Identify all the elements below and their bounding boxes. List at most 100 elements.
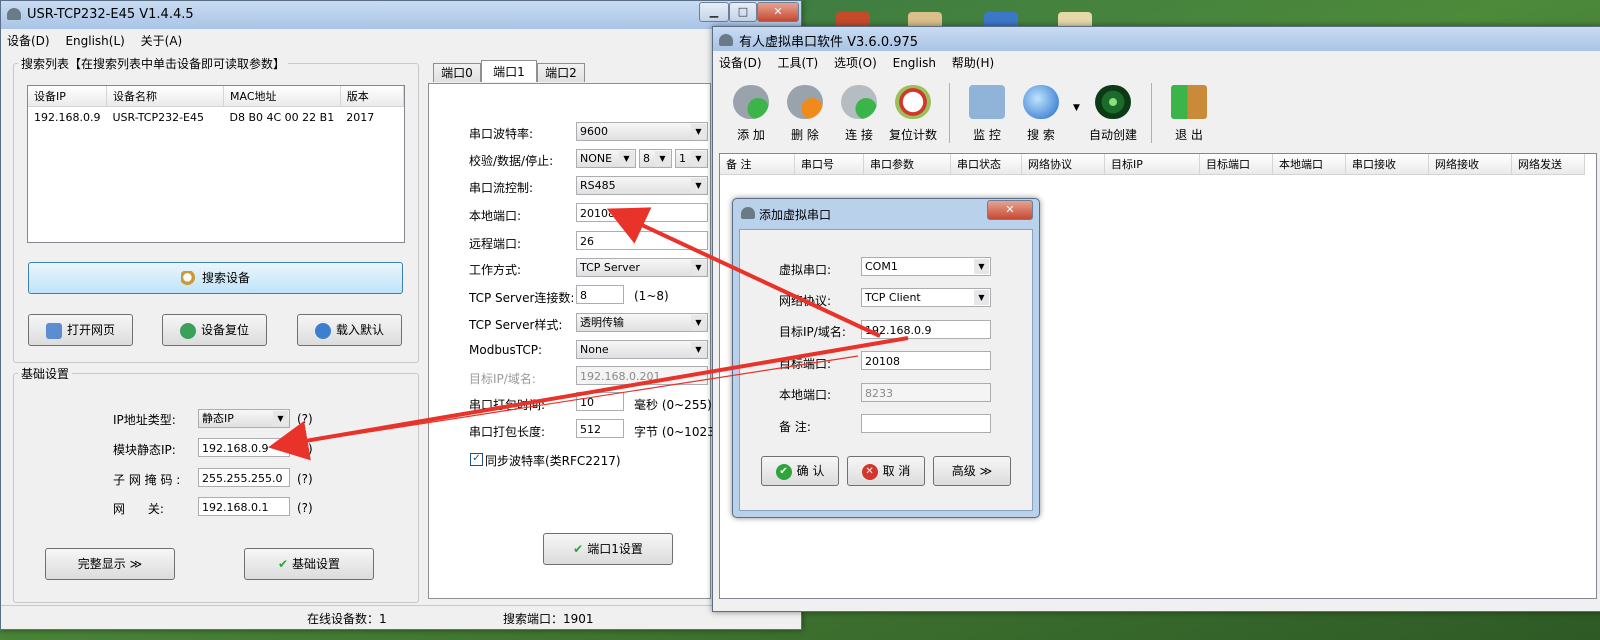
local-port-input[interactable]: 20108	[576, 203, 708, 222]
note-input[interactable]	[861, 414, 991, 433]
menu-english[interactable]: English	[893, 53, 936, 73]
menu-options[interactable]: 选项(O)	[834, 53, 877, 73]
open-web-button[interactable]: 打开网页	[28, 314, 133, 346]
monitor-tool-button[interactable]: 监 控	[961, 79, 1013, 145]
window-title: USR-TCP232-E45 V1.4.4.5	[27, 7, 194, 22]
col-port-recv[interactable]: 串口接收	[1345, 154, 1429, 175]
port-tab-strip: 端口0 端口1 端口2	[429, 60, 729, 85]
proto-select[interactable]: TCP Client ▼	[861, 288, 991, 307]
menu-help[interactable]: 帮助(H)	[952, 53, 994, 73]
connect-tool-button[interactable]: 连 接	[833, 79, 885, 145]
close-button[interactable]: ✕	[757, 2, 799, 22]
tab-port2[interactable]: 端口2	[537, 63, 585, 82]
basic-set-button[interactable]: ✔ 基础设置	[244, 548, 374, 580]
pack-time-label: 串口打包时间:	[469, 398, 546, 412]
subnet-input[interactable]: 255.255.255.0	[198, 468, 290, 487]
menu-english[interactable]: English(L)	[65, 31, 124, 51]
delete-tool-button[interactable]: 删 除	[779, 79, 831, 145]
search-tool-button[interactable]: 搜 索	[1015, 79, 1067, 145]
col-device-ip[interactable]: 设备IP	[28, 86, 107, 107]
cancel-circle-icon: ✕	[861, 463, 878, 480]
flow-select[interactable]: RS485 ▼	[576, 176, 708, 195]
conn-count-input[interactable]: 8	[576, 285, 624, 304]
port1-set-label: 端口1设置	[587, 542, 643, 556]
config-tool-window: USR-TCP232-E45 V1.4.4.5 ▁ □ ✕ 设备(D) Engl…	[0, 0, 802, 630]
sync-baud-checkbox[interactable]: ✓	[470, 453, 483, 466]
remote-port-input[interactable]: 26	[576, 231, 708, 250]
help-mark: (?)	[297, 412, 313, 426]
parity-select[interactable]: NONE ▼	[576, 149, 636, 168]
col-port-status[interactable]: 串口状态	[950, 154, 1022, 175]
work-mode-label: 工作方式:	[469, 263, 522, 277]
status-bar: 在线设备数：1 搜索端口：1901	[1, 605, 801, 628]
window-title: 有人虚拟串口软件 V3.6.0.975	[739, 35, 919, 50]
subnet-label: 子 网 掩 码 :	[113, 473, 181, 487]
search-device-button[interactable]: 搜索设备	[28, 262, 403, 294]
work-mode-select[interactable]: TCP Server ▼	[576, 258, 708, 277]
reset-count-tool-button[interactable]: 复位计数	[887, 79, 939, 145]
menu-device[interactable]: 设备(D)	[719, 53, 762, 73]
col-mac[interactable]: MAC地址	[223, 86, 341, 107]
col-protocol[interactable]: 网络协议	[1021, 154, 1105, 175]
ip-type-select[interactable]: 静态IP ▼	[198, 409, 290, 428]
modbus-select[interactable]: None ▼	[576, 340, 708, 359]
menu-device[interactable]: 设备(D)	[7, 31, 50, 51]
baud-select[interactable]: 9600 ▼	[576, 122, 708, 141]
title-bar[interactable]: 有人虚拟串口软件 V3.6.0.975	[713, 27, 1600, 51]
tab-port1[interactable]: 端口1	[481, 60, 537, 82]
stopbits-select[interactable]: 1 ▼	[675, 149, 708, 168]
server-style-select[interactable]: 透明传输 ▼	[576, 313, 708, 332]
tport-input[interactable]: 20108	[861, 351, 991, 370]
pack-time-input[interactable]: 10	[576, 392, 624, 411]
basic-set-label: 基础设置	[292, 557, 341, 571]
dialog-target-input[interactable]: 192.168.0.9	[861, 320, 991, 339]
menu-tools[interactable]: 工具(T)	[777, 53, 818, 73]
load-default-button[interactable]: 载入默认	[297, 314, 402, 346]
col-target-ip[interactable]: 目标IP	[1104, 154, 1200, 175]
app-icon	[7, 8, 21, 20]
page-icon	[45, 322, 62, 339]
databits-select[interactable]: 8 ▼	[639, 149, 672, 168]
col-port[interactable]: 串口号	[794, 154, 864, 175]
full-show-button[interactable]: 完整显示 ≫	[45, 548, 175, 580]
vport-label: 虚拟串口:	[779, 263, 832, 277]
col-version[interactable]: 版本	[340, 86, 404, 107]
dialog-close-button[interactable]: ✕	[987, 200, 1033, 220]
dropdown-arrow-icon: ▼	[691, 342, 706, 357]
dropdown-arrow-icon: ▼	[619, 151, 634, 166]
add-tool-button[interactable]: 添 加	[725, 79, 777, 145]
static-ip-input[interactable]: 192.168.0.9	[198, 438, 290, 457]
auto-create-tool-button[interactable]: 自动创建	[1087, 79, 1139, 145]
col-note[interactable]: 备 注	[720, 154, 795, 175]
checkmark-icon: ✔	[573, 542, 584, 556]
col-port-params[interactable]: 串口参数	[863, 154, 951, 175]
pack-time-hint: 毫秒 (0~255)	[634, 398, 712, 412]
tab-port0[interactable]: 端口0	[433, 63, 481, 82]
col-net-recv[interactable]: 网络接收	[1428, 154, 1512, 175]
stopbits-value: 1	[679, 152, 686, 165]
col-target-port[interactable]: 目标端口	[1199, 154, 1273, 175]
pack-len-label: 串口打包长度:	[469, 425, 546, 439]
title-bar[interactable]: USR-TCP232-E45 V1.4.4.5 ▁ □ ✕	[1, 1, 801, 29]
menu-about[interactable]: 关于(A)	[141, 31, 183, 51]
cancel-button[interactable]: ✕ 取 消	[847, 456, 925, 486]
confirm-button[interactable]: ✔ 确 认	[761, 456, 839, 486]
monitor-icon	[969, 85, 1005, 119]
exit-tool-button[interactable]: 退 出	[1163, 79, 1215, 145]
port1-set-button[interactable]: ✔ 端口1设置	[543, 533, 673, 565]
vport-select[interactable]: COM1 ▼	[861, 257, 991, 276]
pack-len-input[interactable]: 512	[576, 419, 624, 438]
minimize-button[interactable]: ▁	[699, 2, 729, 22]
col-net-send[interactable]: 网络发送	[1511, 154, 1585, 175]
remote-port-label: 远程端口:	[469, 237, 522, 251]
app-icon	[719, 34, 733, 46]
col-device-name[interactable]: 设备名称	[106, 86, 224, 107]
table-row[interactable]: 192.168.0.9 USR-TCP232-E45 D8 B0 4C 00 2…	[28, 107, 404, 128]
dropdown-arrow-icon: ▼	[691, 178, 706, 193]
col-local-port[interactable]: 本地端口	[1272, 154, 1346, 175]
device-reset-button[interactable]: 设备复位	[162, 314, 267, 346]
gateway-input[interactable]: 192.168.0.1	[198, 497, 290, 516]
search-dropdown-icon[interactable]: ▼	[1073, 103, 1080, 113]
advanced-button[interactable]: 高级 ≫	[933, 456, 1011, 486]
maximize-button[interactable]: □	[729, 2, 757, 22]
